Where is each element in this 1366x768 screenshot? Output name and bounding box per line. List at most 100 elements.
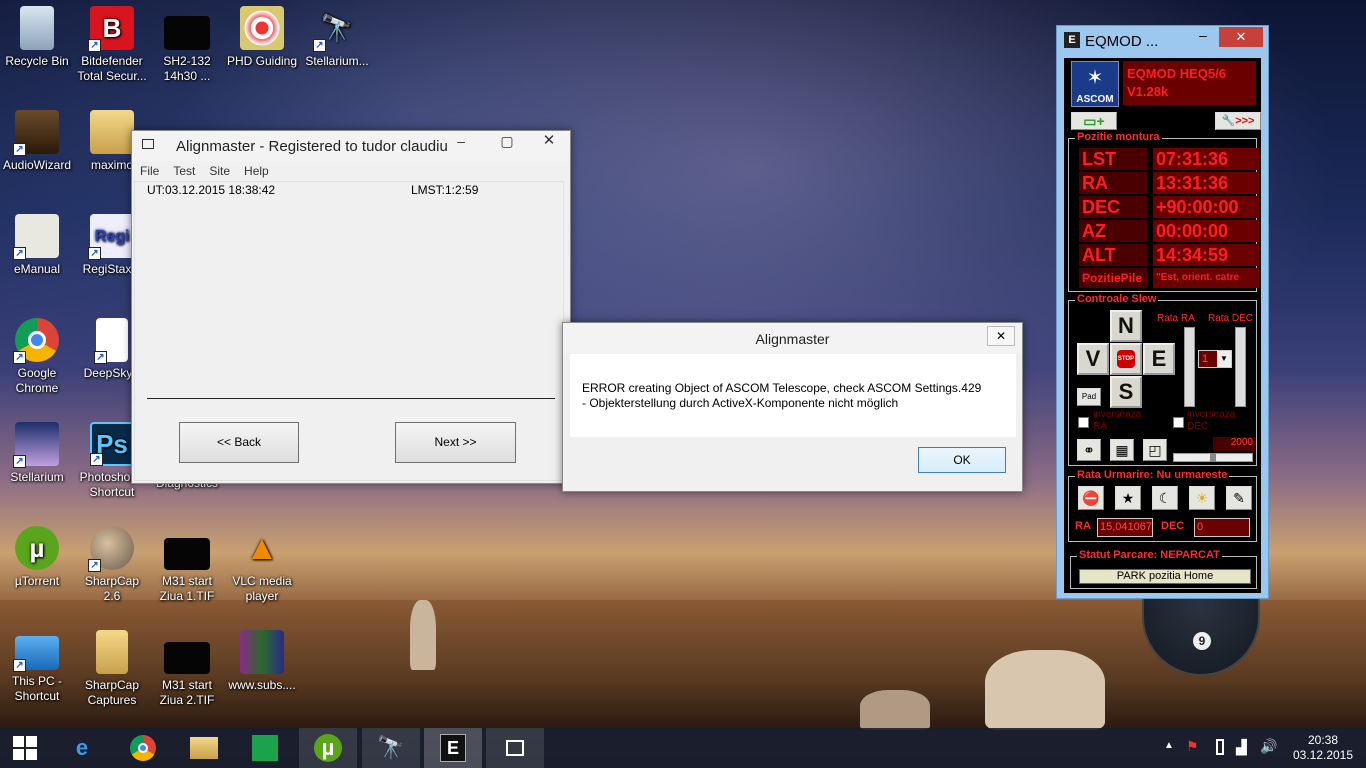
spiral-button[interactable]: ◰ bbox=[1143, 439, 1167, 461]
desktop-icon-audiowizard[interactable]: ↗ AudioWizard bbox=[0, 110, 74, 173]
taskbar-internet-explorer[interactable]: e bbox=[54, 728, 110, 768]
icon-label: Stellarium... bbox=[305, 54, 369, 68]
rate-ra-scrollbar[interactable] bbox=[1184, 327, 1195, 407]
track-custom-button[interactable]: ✎ bbox=[1226, 486, 1252, 510]
desktop-icon-google-chrome[interactable]: ↗ Google Chrome bbox=[0, 318, 74, 396]
icon-label: Google Chrome bbox=[15, 366, 59, 395]
menu-help[interactable]: Help bbox=[244, 164, 269, 180]
error-dialog[interactable]: Alignmaster ✕ ERROR creating Object of A… bbox=[562, 322, 1023, 492]
pad-button[interactable]: Pad bbox=[1077, 388, 1101, 406]
setup-button[interactable]: 🔧>>> bbox=[1215, 112, 1261, 130]
close-button[interactable]: ✕ bbox=[528, 131, 570, 153]
desktop-icon-stellarium[interactable]: ↗ Stellarium bbox=[0, 422, 74, 485]
slew-east-button[interactable]: E bbox=[1143, 343, 1175, 375]
menu-bar: File Test Site Help bbox=[140, 164, 269, 180]
icon-label: This PC - Shortcut bbox=[11, 674, 62, 703]
phd-guiding-icon bbox=[240, 6, 284, 50]
taskbar-alignmaster[interactable] bbox=[486, 728, 544, 768]
park-home-button[interactable]: PARK pozitia Home bbox=[1079, 569, 1251, 584]
photoshop-icon: Ps ↗ bbox=[90, 422, 134, 466]
taskbar-eqmod[interactable]: E bbox=[424, 728, 482, 768]
taskbar-store[interactable] bbox=[237, 728, 293, 768]
dec-label: DEC bbox=[1079, 196, 1147, 218]
slew-north-button[interactable]: N bbox=[1110, 310, 1142, 342]
desktop-icon-phd-guiding[interactable]: PHD Guiding bbox=[225, 6, 299, 69]
menu-test[interactable]: Test bbox=[173, 164, 195, 180]
menu-file[interactable]: File bbox=[140, 164, 159, 180]
eqmod-close-button[interactable]: ✕ bbox=[1219, 27, 1263, 47]
track-sidereal-button[interactable]: ★ bbox=[1115, 486, 1141, 510]
start-button[interactable] bbox=[0, 728, 50, 768]
icon-label: SharpCap Captures bbox=[84, 678, 140, 707]
binoculars-button[interactable]: ⚭ bbox=[1077, 439, 1101, 461]
desktop-icon-recycle-bin[interactable]: Recycle Bin bbox=[0, 6, 74, 69]
rate-dec-scrollbar[interactable] bbox=[1235, 327, 1246, 407]
add-display-button[interactable]: ▭+ bbox=[1071, 112, 1117, 130]
eqmod-icon: E bbox=[440, 734, 466, 762]
eqmod-titlebar[interactable]: E EQMOD ... – ✕ bbox=[1057, 26, 1268, 56]
desktop-icon-m31-ziua2[interactable]: M31 start Ziua 2.TIF bbox=[150, 630, 224, 708]
utorrent-icon: µ bbox=[314, 734, 342, 762]
alignmaster-titlebar[interactable]: Alignmaster - Registered to tudor claudi… bbox=[132, 131, 570, 161]
desktop-icon-m31-ziua1[interactable]: M31 start Ziua 1.TIF bbox=[150, 526, 224, 604]
ok-button[interactable]: OK bbox=[918, 447, 1006, 473]
icon-label: M31 start Ziua 2.TIF bbox=[159, 678, 215, 707]
registax-icon: Regi ↗ bbox=[88, 214, 134, 260]
slew-stop-button[interactable]: STOP bbox=[1110, 343, 1142, 375]
desktop-icon-emanual[interactable]: ↗ eManual bbox=[0, 214, 74, 277]
desktop-icon-bitdefender[interactable]: B ↗ Bitdefender Total Secur... bbox=[75, 6, 149, 84]
icon-label: AudioWizard bbox=[2, 158, 72, 172]
inverse-dec-checkbox[interactable] bbox=[1173, 417, 1184, 428]
tracking-group-label: Rata Urmarire: Nu urmareste bbox=[1075, 469, 1230, 481]
dialog-close-button[interactable]: ✕ bbox=[987, 326, 1015, 346]
minimize-button[interactable]: – bbox=[446, 131, 476, 153]
next-button[interactable]: Next >> bbox=[395, 422, 516, 463]
grid-button[interactable]: ▦ bbox=[1110, 439, 1134, 461]
eqmod-window[interactable]: E EQMOD ... – ✕ ✶ ASCOM EQMOD HEQ5/6 V1.… bbox=[1056, 25, 1269, 599]
track-ra-input[interactable]: 15,041067 bbox=[1097, 518, 1153, 537]
taskbar-file-explorer[interactable] bbox=[176, 728, 232, 768]
desktop-icon-sharpcap[interactable]: ↗ SharpCap 2.6 bbox=[75, 526, 149, 604]
store-icon bbox=[252, 735, 278, 761]
volume-icon[interactable]: 🔊 bbox=[1260, 738, 1277, 755]
slider-thumb[interactable] bbox=[1210, 453, 1216, 462]
back-button[interactable]: << Back bbox=[179, 422, 299, 463]
signal-icon[interactable]: ▟ bbox=[1236, 739, 1247, 756]
track-solar-button[interactable]: ☀ bbox=[1189, 486, 1215, 510]
dialog-titlebar[interactable]: Alignmaster ✕ bbox=[563, 323, 1022, 353]
archive-icon bbox=[240, 630, 284, 674]
track-lunar-button[interactable]: ☾ bbox=[1152, 486, 1178, 510]
desktop-icon-sh2-132[interactable]: SH2-132 14h30 ... bbox=[150, 6, 224, 84]
maximize-button[interactable]: ▢ bbox=[492, 131, 522, 153]
taskbar-utorrent[interactable]: µ bbox=[299, 728, 357, 768]
track-dec-input[interactable]: 0 bbox=[1194, 518, 1250, 537]
chrome-icon bbox=[130, 735, 156, 761]
inverse-ra-checkbox[interactable] bbox=[1078, 417, 1089, 428]
rate-select[interactable]: 1 ▼ bbox=[1198, 350, 1232, 368]
taskbar-chrome[interactable] bbox=[115, 728, 171, 768]
utorrent-icon: µ bbox=[15, 526, 59, 570]
desktop-icon-utorrent[interactable]: µ µTorrent bbox=[0, 526, 74, 589]
document-icon: ↗ bbox=[94, 318, 128, 364]
lst-label: LST bbox=[1079, 148, 1147, 170]
desktop-icon-this-pc[interactable]: ↗ This PC - Shortcut bbox=[0, 630, 74, 704]
show-hidden-icons[interactable]: ▲ bbox=[1164, 740, 1174, 751]
alignmaster-window[interactable]: Alignmaster - Registered to tudor claudi… bbox=[131, 130, 571, 484]
desktop-icon-vlc[interactable]: ▲ VLC media player bbox=[225, 526, 299, 604]
track-stop-button[interactable]: ⛔ bbox=[1078, 486, 1104, 510]
menu-site[interactable]: Site bbox=[209, 164, 230, 180]
taskbar-stellarium[interactable]: 🔭 bbox=[362, 728, 420, 768]
battery-icon[interactable] bbox=[1216, 739, 1224, 755]
slew-west-button[interactable]: V bbox=[1077, 343, 1109, 375]
desktop-icon-subs[interactable]: www.subs.... bbox=[225, 630, 299, 693]
desktop-icon-sharpcap-captures[interactable]: SharpCap Captures bbox=[75, 630, 149, 708]
eqmod-minimize-button[interactable]: – bbox=[1191, 27, 1215, 47]
dec-value: +90:00:00 bbox=[1153, 196, 1259, 218]
clock[interactable]: 20:38 03.12.2015 bbox=[1292, 733, 1354, 763]
network-icon[interactable]: ⚑ bbox=[1186, 738, 1199, 755]
rate-slider[interactable] bbox=[1173, 453, 1253, 462]
image-file-icon bbox=[164, 642, 210, 674]
slew-south-button[interactable]: S bbox=[1110, 376, 1142, 408]
wallpaper-rock bbox=[985, 650, 1105, 730]
desktop-icon-stellarium-shortcut[interactable]: 🔭 ↗ Stellarium... bbox=[300, 6, 374, 69]
